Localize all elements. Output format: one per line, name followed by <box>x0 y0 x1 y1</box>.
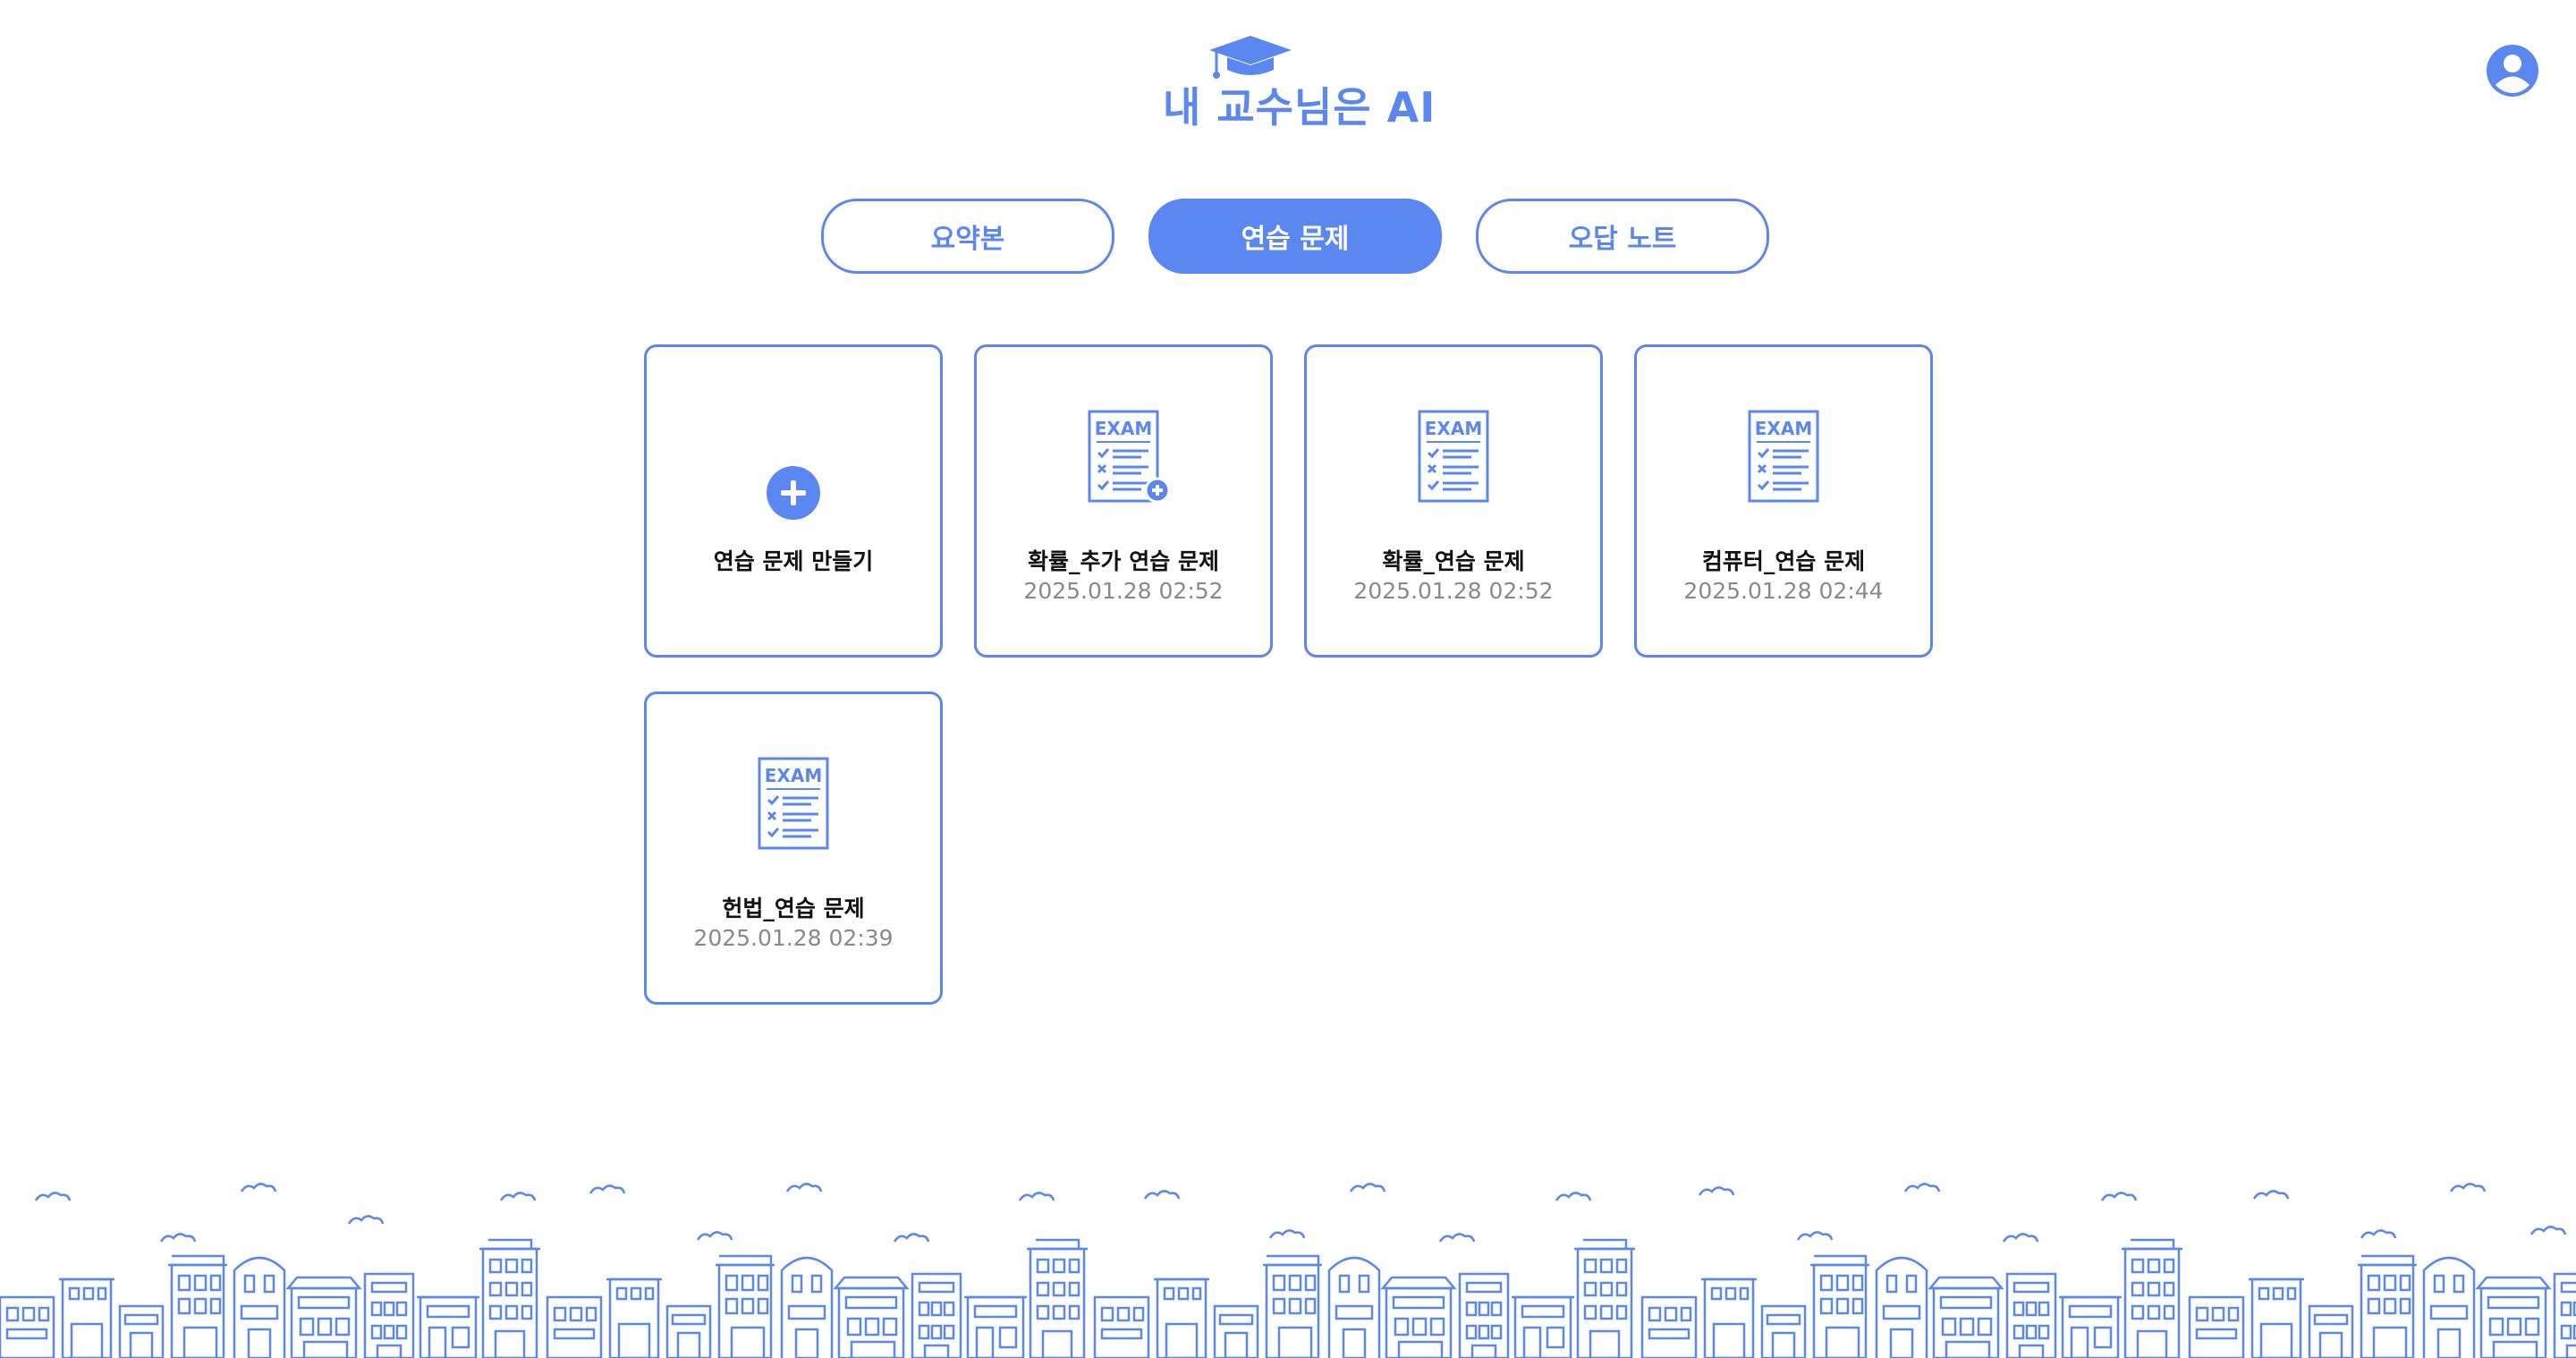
exam-card-date: 2025.01.28 02:44 <box>1683 578 1884 604</box>
app-title: 내 교수님은 AI <box>1163 83 1436 132</box>
exam-card-title: 헌법_연습 문제 <box>722 895 865 921</box>
profile-icon[interactable] <box>2485 43 2540 98</box>
svg-text:EXAM: EXAM <box>765 765 822 786</box>
svg-text:EXAM: EXAM <box>1095 418 1152 439</box>
exam-card-title: 컴퓨터_연습 문제 <box>1701 548 1866 574</box>
exam-card-date: 2025.01.28 02:52 <box>1353 578 1554 604</box>
tab-practice-problems[interactable]: 연습 문제 <box>1148 199 1442 274</box>
create-practice-card[interactable]: 연습 문제 만들기 <box>644 344 943 658</box>
exam-card[interactable]: EXAM 컴퓨터_연습 문제 2025.01.28 02:44 <box>1634 344 1933 658</box>
exam-card[interactable]: EXAM 확률_연습 문제 2025.01.28 02:52 <box>1304 344 1603 658</box>
exam-card[interactable]: EXAM 헌법_연습 문제 2025.01.28 02:39 <box>644 692 943 1005</box>
app-logo[interactable]: 내 교수님은 AI <box>1163 32 1436 132</box>
plus-circle-icon <box>767 466 820 520</box>
exam-document-icon: EXAM <box>1088 410 1168 504</box>
app-root: 내 교수님은 AI 요약본 연습 문제 오답 노트 연습 문제 만들기 EXAM… <box>0 0 2576 1358</box>
exam-card[interactable]: EXAM 확률_추가 연습 문제 2025.01.28 02:52 <box>974 344 1273 658</box>
tab-summary[interactable]: 요약본 <box>821 199 1114 274</box>
exam-card-date: 2025.01.28 02:52 <box>1023 578 1224 604</box>
svg-text:EXAM: EXAM <box>1425 418 1482 439</box>
tab-wrong-answer-notes[interactable]: 오답 노트 <box>1476 199 1769 274</box>
create-card-label: 연습 문제 만들기 <box>713 548 874 574</box>
tab-bar: 요약본 연습 문제 오답 노트 <box>821 199 1769 274</box>
exam-document-icon: EXAM <box>1748 410 1819 503</box>
exam-card-date: 2025.01.28 02:39 <box>693 925 894 951</box>
city-skyline-illustration <box>0 1183 2576 1358</box>
exam-document-icon: EXAM <box>758 757 829 850</box>
exam-document-icon: EXAM <box>1418 410 1489 503</box>
exam-card-title: 확률_추가 연습 문제 <box>1028 548 1219 574</box>
svg-text:EXAM: EXAM <box>1755 418 1812 439</box>
exam-card-title: 확률_연습 문제 <box>1382 548 1525 574</box>
